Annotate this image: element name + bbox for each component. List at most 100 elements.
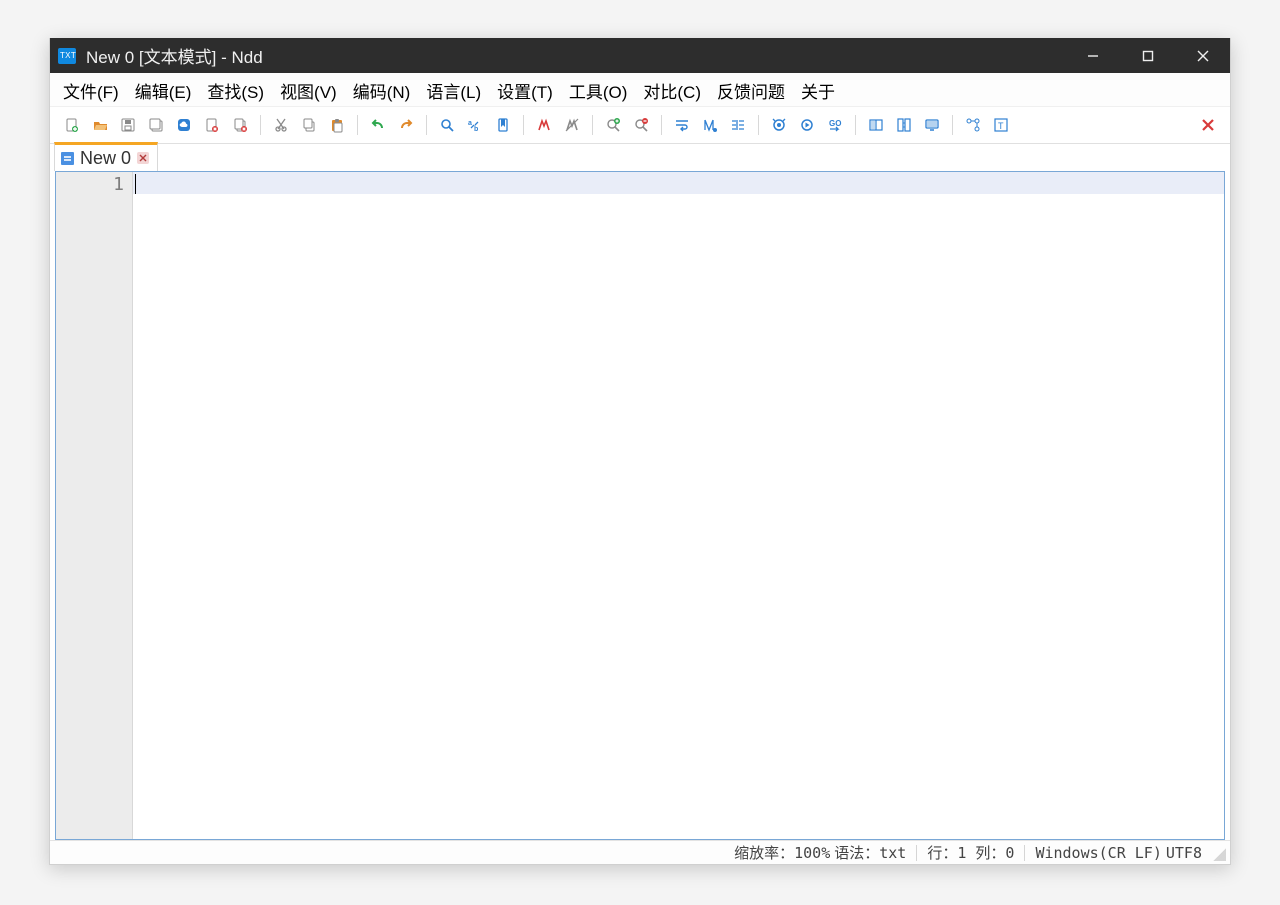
svg-text:GO: GO — [829, 119, 841, 128]
toolbar-separator — [426, 115, 427, 135]
tool-text-panel[interactable]: T — [987, 112, 1015, 138]
tool-monitor-fullscreen[interactable] — [918, 112, 946, 138]
cut-icon — [273, 117, 289, 133]
status-eol[interactable]: Windows(CR LF) — [1033, 844, 1163, 862]
status-separator — [1024, 845, 1025, 861]
window-title: New 0 [文本模式] - Ndd — [86, 43, 263, 68]
line-number: 1 — [56, 174, 124, 195]
window-close-button[interactable] — [1175, 38, 1230, 73]
tool-zoom-in[interactable] — [599, 112, 627, 138]
toolbar-separator — [260, 115, 261, 135]
tool-bookmark[interactable] — [489, 112, 517, 138]
svg-text:a: a — [468, 120, 472, 127]
menu-view[interactable]: 视图(V) — [273, 76, 344, 105]
split-view-icon — [868, 117, 884, 133]
tool-macro-play[interactable] — [793, 112, 821, 138]
toolbar-separator — [357, 115, 358, 135]
clear-highlight-icon — [564, 117, 580, 133]
menu-tools[interactable]: 工具(O) — [562, 76, 635, 105]
tool-cut[interactable] — [267, 112, 295, 138]
svg-text:b: b — [474, 126, 478, 133]
tool-close-file[interactable] — [198, 112, 226, 138]
menu-edit[interactable]: 编辑(E) — [128, 76, 199, 105]
tab-close-button[interactable] — [137, 152, 149, 164]
title-bar[interactable]: New 0 [文本模式] - Ndd — [50, 38, 1230, 73]
tool-undo[interactable] — [364, 112, 392, 138]
menu-language[interactable]: 语言(L) — [419, 76, 488, 105]
status-position[interactable]: 行：1 列：0 — [925, 842, 1016, 863]
paste-icon — [329, 117, 345, 133]
app-window: New 0 [文本模式] - Ndd 文件(F)编辑(E)查找(S)视图(V)编… — [49, 38, 1231, 865]
tool-paste[interactable] — [323, 112, 351, 138]
tool-split-view[interactable] — [862, 112, 890, 138]
toolbar: ab GO T — [50, 107, 1230, 144]
tool-macro-record[interactable] — [765, 112, 793, 138]
tool-open-file[interactable] — [86, 112, 114, 138]
tool-hierarchy[interactable] — [959, 112, 987, 138]
tool-new-file[interactable] — [58, 112, 86, 138]
menu-search[interactable]: 查找(S) — [200, 76, 271, 105]
menu-about[interactable]: 关于 — [794, 76, 842, 105]
toolbar-separator — [661, 115, 662, 135]
tool-word-highlight[interactable] — [530, 112, 558, 138]
close-file-icon — [204, 117, 220, 133]
document-tab-icon — [61, 152, 74, 165]
close-icon — [1196, 49, 1210, 63]
document-tab[interactable]: New 0 — [54, 142, 158, 171]
status-zoom[interactable]: 缩放率：100% — [732, 842, 832, 863]
tool-redo[interactable] — [392, 112, 420, 138]
toolbar-separator — [592, 115, 593, 135]
bookmark-icon — [495, 117, 511, 133]
resize-grip[interactable] — [1210, 845, 1226, 861]
word-wrap-icon — [674, 117, 690, 133]
menu-file[interactable]: 文件(F) — [56, 76, 126, 105]
text-caret — [135, 174, 136, 194]
minimize-icon — [1086, 49, 1100, 63]
tool-replace[interactable]: ab — [461, 112, 489, 138]
tool-close-app-tool[interactable] — [1194, 112, 1222, 138]
status-encoding[interactable]: UTF8 — [1164, 844, 1204, 862]
word-highlight-icon — [536, 117, 552, 133]
toolbar-separator — [758, 115, 759, 135]
tool-show-whitespace[interactable] — [696, 112, 724, 138]
close-app-tool-icon — [1200, 117, 1216, 133]
menu-settings[interactable]: 设置(T) — [490, 76, 560, 105]
editor-frame: 1 — [55, 171, 1225, 840]
window-maximize-button[interactable] — [1120, 38, 1175, 73]
text-editor[interactable] — [133, 172, 1224, 839]
indent-guides-icon — [730, 117, 746, 133]
find-icon — [439, 117, 455, 133]
toolbar-separator — [855, 115, 856, 135]
open-file-icon — [92, 117, 108, 133]
tool-cloud[interactable] — [170, 112, 198, 138]
tool-save-file[interactable] — [114, 112, 142, 138]
app-icon — [58, 48, 76, 64]
tab-bar: New 0 — [50, 144, 1230, 171]
menu-encoding[interactable]: 编码(N) — [346, 76, 418, 105]
status-syntax[interactable]: 语法：txt — [832, 842, 908, 863]
status-bar: 缩放率：100% 语法：txt 行：1 列：0 Windows(CR LF) U… — [50, 840, 1230, 864]
tool-indent-guides[interactable] — [724, 112, 752, 138]
file-compare-icon — [896, 117, 912, 133]
tool-copy[interactable] — [295, 112, 323, 138]
tool-close-all[interactable] — [226, 112, 254, 138]
document-tab-label: New 0 — [80, 148, 131, 169]
tool-find[interactable] — [433, 112, 461, 138]
menu-compare[interactable]: 对比(C) — [636, 76, 708, 105]
window-minimize-button[interactable] — [1065, 38, 1120, 73]
toolbar-separator — [952, 115, 953, 135]
close-all-icon — [232, 117, 248, 133]
line-number-gutter[interactable]: 1 — [56, 172, 133, 839]
tool-word-wrap[interactable] — [668, 112, 696, 138]
tool-clear-highlight[interactable] — [558, 112, 586, 138]
menu-feedback[interactable]: 反馈问题 — [710, 76, 792, 105]
monitor-fullscreen-icon — [924, 117, 940, 133]
cloud-icon — [176, 117, 192, 133]
tool-goto[interactable]: GO — [821, 112, 849, 138]
redo-icon — [398, 117, 414, 133]
tool-zoom-out[interactable] — [627, 112, 655, 138]
menu-bar: 文件(F)编辑(E)查找(S)视图(V)编码(N)语言(L)设置(T)工具(O)… — [50, 73, 1230, 107]
text-panel-icon: T — [993, 117, 1009, 133]
tool-save-all[interactable] — [142, 112, 170, 138]
tool-file-compare[interactable] — [890, 112, 918, 138]
